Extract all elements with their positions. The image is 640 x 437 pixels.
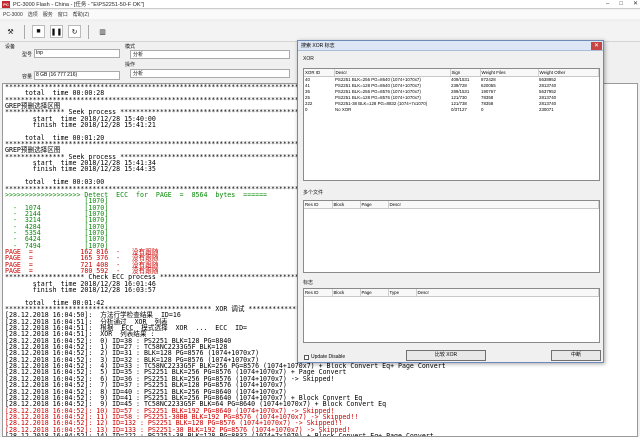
marks-col-descr[interactable]: Descr <box>416 289 599 297</box>
abort-button[interactable]: 中断 <box>551 350 601 361</box>
xor-table-row[interactable]: 35 PS2251 BLK=256 PG=8576 (1074+1070x7) 28… <box>304 88 599 94</box>
xor-table-cell: 230071 <box>539 106 554 112</box>
window-title: PC-3000 Flash - China - [任务 - "E\PS2251-… <box>13 2 145 8</box>
marks-col-page[interactable]: Page <box>360 289 389 297</box>
pause-icon[interactable]: ❚❚ <box>50 25 63 38</box>
xor-table-row[interactable]: 40 PS2251 BLK=256 PG=8640 (1074+1070x7) 40… <box>304 76 599 82</box>
checkbox-box[interactable] <box>304 354 309 360</box>
toolbar-divider <box>88 24 89 39</box>
dialog-title-bar: 搜索 XOR 标志 ✕ <box>298 41 603 51</box>
marks-col-res-id[interactable]: Res ID <box>304 289 333 297</box>
model-label: 型号 <box>22 52 33 58</box>
marks-section-label: 标志 <box>303 280 314 286</box>
maximize-icon[interactable]: □ <box>619 0 623 9</box>
close-window-icon[interactable]: ✕ <box>633 0 638 9</box>
marks-table[interactable]: Res ID Block Page Type Descr <box>303 288 600 343</box>
xor-table-header: XOR ID Descr Sign Weight Files Weight Ot… <box>304 69 599 77</box>
multi-files-section-label: 多个文件 <box>303 190 324 196</box>
menu-item-pc3000[interactable]: PC-3000 <box>3 12 23 18</box>
stop-icon[interactable]: ■ <box>32 25 45 38</box>
capacity-value: 8 GB (16 777 216) <box>36 72 78 78</box>
xor-search-dialog: 搜索 XOR 标志 ✕ XOR XOR ID Descr Sign Weight… <box>297 40 604 363</box>
xor-table-row[interactable]: 0 No XOR 0/37127 0 230071 <box>304 106 599 112</box>
operation-field: 分析 <box>130 69 290 78</box>
device-info-panel: 设备 型号 Inp 容量 8 GB (16 777 216) 模式 分析 操作 … <box>2 42 292 82</box>
minimize-icon[interactable]: – <box>606 0 609 9</box>
title-bar: PC PC-3000 Flash - China - [任务 - "E\PS22… <box>0 0 640 9</box>
menu-item-service[interactable]: 服务 <box>43 11 53 18</box>
model-field: Inp <box>34 49 120 58</box>
multi-col-block[interactable]: Block <box>332 201 361 209</box>
xor-table[interactable]: XOR ID Descr Sign Weight Files Weight Ot… <box>303 68 600 181</box>
dialog-title: 搜索 XOR 标志 <box>301 43 335 49</box>
xor-table-cell: 0 <box>305 106 308 112</box>
xor-table-row[interactable]: 222 PS2251-38 BLK=128 PG=8832 (1074+7x107… <box>304 100 599 106</box>
xor-col-weight-files[interactable]: Weight Files <box>480 69 539 77</box>
xor-col-sign[interactable]: Sign <box>450 69 481 77</box>
xor-col-weight-other[interactable]: Weight Other <box>538 69 599 77</box>
xor-section-label: XOR <box>303 56 314 62</box>
window-controls: – □ ✕ <box>606 0 638 9</box>
toolbar: ⚒ ■ ❚❚ ↻ ▥ <box>0 22 640 42</box>
chart-icon[interactable]: ▥ <box>96 25 109 38</box>
marks-col-block[interactable]: Block <box>332 289 361 297</box>
compare-xor-button[interactable]: 比较 XOR <box>406 350 486 361</box>
xor-table-row[interactable]: 25 PS2251 BLK=128 PG=8576 (1074+1070x7) 12… <box>304 94 599 100</box>
log-line: [28.12.2018 16:04:52]: 14) ID=222 : PS22… <box>5 431 434 437</box>
menu-item-help[interactable]: 帮助(Z) <box>73 11 89 18</box>
xor-table-row[interactable]: 41 PS2251 BLK=128 PG=8640 (1074+1070x7) 23… <box>304 82 599 88</box>
mode-field: 分析 <box>130 50 290 59</box>
xor-col-descr[interactable]: Descr <box>334 69 451 77</box>
multi-col-descr[interactable]: Descr <box>388 201 599 209</box>
model-value: Inp <box>36 50 43 56</box>
tool-icon[interactable]: ⚒ <box>4 25 17 38</box>
multi-files-table[interactable]: Res ID Block Page Descr <box>303 200 600 273</box>
update-disable-label: Update Disable <box>311 354 346 360</box>
multi-col-res-id[interactable]: Res ID <box>304 201 333 209</box>
xor-table-cell: No XOR <box>335 106 352 112</box>
capacity-field: 8 GB (16 777 216) <box>34 71 120 80</box>
operation-value: 分析 <box>133 71 144 77</box>
marks-header: Res ID Block Page Type Descr <box>304 289 599 297</box>
xor-table-cell: 0 <box>481 106 484 112</box>
app-logo-icon: PC <box>2 0 10 8</box>
multi-col-page[interactable]: Page <box>360 201 389 209</box>
multi-files-header: Res ID Block Page Descr <box>304 201 599 209</box>
device-section-label: 设备 <box>5 44 16 50</box>
toolbar-divider <box>24 24 25 39</box>
menu-item-window[interactable]: 窗口 <box>58 11 68 18</box>
mode-value: 分析 <box>133 52 144 58</box>
xor-table-cell: 0/37127 <box>451 106 467 112</box>
dialog-close-icon[interactable]: ✕ <box>591 42 602 50</box>
marks-col-type[interactable]: Type <box>388 289 417 297</box>
refresh-icon[interactable]: ↻ <box>68 25 81 38</box>
mode-label: 模式 <box>125 44 136 50</box>
update-disable-checkbox[interactable]: Update Disable <box>304 354 345 360</box>
xor-col-id[interactable]: XOR ID <box>304 69 335 77</box>
capacity-label: 容量 <box>22 74 33 80</box>
menu-item-options[interactable]: 选项 <box>28 11 38 18</box>
operation-label: 操作 <box>125 62 136 68</box>
menu-bar: PC-3000 选项 服务 窗口 帮助(Z) <box>0 10 640 19</box>
